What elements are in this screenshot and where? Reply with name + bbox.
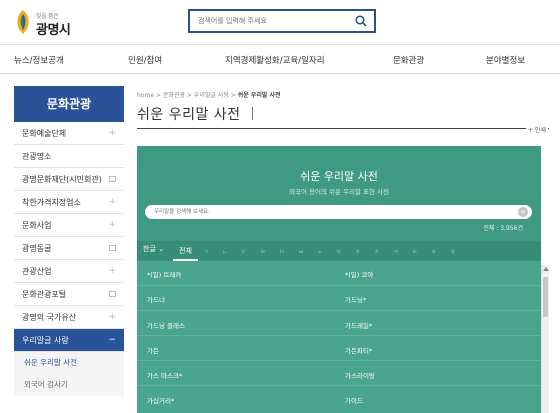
word-item[interactable]: 가드레일* xyxy=(345,320,372,330)
word-list-scrollbar[interactable] xyxy=(541,265,549,413)
dictionary-count: 전체 : 3,956건 xyxy=(483,225,523,232)
gnb-civil[interactable]: 민원/참여 xyxy=(128,54,162,66)
side-item-heritage[interactable]: 광명의 국가유산 + xyxy=(14,306,124,329)
new-window-icon xyxy=(109,176,116,182)
dictionary-header: 쉬운 우리말 사전 외국어 용어의 쉬운 우리말 표현 사전 × 전체 : 3,… xyxy=(137,146,541,241)
site-header: 빛을 품은 광명시 xyxy=(0,0,560,44)
gnb-economy[interactable]: 지역경제활성화/교육/일자리 xyxy=(225,54,325,66)
logo-emblem-icon xyxy=(17,10,29,34)
word-item[interactable]: 가드닝 클래스 xyxy=(147,320,185,330)
logo-title: 광명시 xyxy=(36,23,71,38)
page-title: 쉬운 우리말 사전 xyxy=(137,107,241,123)
tab-all[interactable]: 전체 xyxy=(173,241,198,261)
gnb-news[interactable]: 뉴스/정보공개 xyxy=(14,54,64,66)
side-item-portal[interactable]: 문화관광포털 xyxy=(14,283,124,306)
word-item[interactable]: 가드닝* xyxy=(345,294,366,304)
breadcrumb-level1[interactable]: 문화관광 xyxy=(163,92,185,99)
word-item[interactable]: 가스 마스크* xyxy=(147,370,182,380)
row-divider xyxy=(137,335,541,336)
plus-icon: + xyxy=(108,220,116,230)
breadcrumb: home > 문화관광 > 우리말글 사랑 > 쉬운 우리말 사전 xyxy=(137,92,281,99)
side-item-arts[interactable]: 문화예술단체 + xyxy=(14,122,124,145)
side-item-cave[interactable]: 광명동굴 xyxy=(14,237,124,260)
tab-consonant[interactable]: ㅋ xyxy=(393,247,412,256)
breadcrumb-level2[interactable]: 우리말글 사랑 xyxy=(194,92,229,99)
plus-icon: + xyxy=(108,266,116,276)
tab-consonant[interactable]: ㅊ xyxy=(374,247,393,256)
dictionary-subtitle: 외국어 용어의 쉬운 우리말 표현 사전 xyxy=(288,188,390,196)
dictionary-tabs: 한글 ⌄ 전체 ㄱㄴㄷㄹㅁㅂㅅㅇㅈㅊㅋㅌㅍㅎ xyxy=(137,241,541,261)
minus-icon: − xyxy=(108,335,116,345)
clear-icon[interactable]: × xyxy=(518,207,528,217)
word-item[interactable]: 가든 xyxy=(147,345,159,355)
word-item[interactable]: 가스라이팅 xyxy=(345,370,375,380)
site-logo[interactable]: 빛을 품은 광명시 xyxy=(14,8,84,38)
row-divider xyxy=(137,310,541,311)
plus-icon: + xyxy=(108,197,116,207)
row-divider xyxy=(137,285,541,286)
dictionary-search: × xyxy=(145,205,532,219)
side-subitem-checker[interactable]: 외국어 검사기 xyxy=(14,374,124,396)
consonant-tabs: ㄱㄴㄷㄹㅁㅂㅅㅇㅈㅊㅋㅌㅍㅎ xyxy=(203,247,469,256)
tab-consonant[interactable]: ㅇ xyxy=(336,247,355,256)
tab-consonant[interactable]: ㅌ xyxy=(412,247,431,256)
scroll-up-icon[interactable] xyxy=(543,267,549,271)
word-item[interactable]: 가십거리* xyxy=(147,395,174,405)
side-item-tourism[interactable]: 관광산업 + xyxy=(14,260,124,283)
global-nav: 뉴스/정보공개 민원/참여 지역경제활성화/교육/일자리 문화관광 분야별정보 xyxy=(0,44,560,74)
word-item[interactable]: 가드너 xyxy=(147,294,165,304)
chevron-down-icon: ⌄ xyxy=(158,245,164,253)
title-divider xyxy=(252,107,253,120)
side-item-korean-language[interactable]: 우리말글 사랑 − xyxy=(14,329,124,352)
dictionary-title: 쉬운 우리말 사전 xyxy=(300,170,378,183)
gnb-culture[interactable]: 문화관광 xyxy=(393,54,424,66)
side-nav: 문화관광 문화예술단체 + 관광명소 광명문화재단(시민회관) 착한가격지정업소 +… xyxy=(14,86,124,396)
side-subitem-dictionary[interactable]: 쉬운 우리말 사전 xyxy=(14,352,124,374)
side-item-attractions[interactable]: 관광명소 xyxy=(14,145,124,168)
site-search xyxy=(188,9,376,33)
tab-consonant[interactable]: ㅎ xyxy=(450,247,469,256)
language-select[interactable]: 한글 ⌄ xyxy=(143,244,164,254)
side-item-foundation[interactable]: 광명문화재단(시민회관) xyxy=(14,168,124,191)
breadcrumb-current: 쉬운 우리말 사전 xyxy=(237,92,281,99)
dictionary-search-input[interactable] xyxy=(154,207,494,217)
scroll-thumb[interactable] xyxy=(543,277,548,317)
word-item[interactable]: 가든파티* xyxy=(345,345,372,355)
gnb-field[interactable]: 분야별정보 xyxy=(486,54,525,66)
word-item[interactable]: 가이드 xyxy=(345,395,363,405)
side-item-culture-projects[interactable]: 문화사업 + xyxy=(14,214,124,237)
search-icon[interactable] xyxy=(355,15,367,27)
side-item-good-price[interactable]: 착한가격지정업소 + xyxy=(14,191,124,214)
tab-consonant[interactable]: ㅍ xyxy=(431,247,450,256)
tab-consonant[interactable]: ㄱ xyxy=(203,247,222,256)
tab-consonant[interactable]: ㄹ xyxy=(260,247,279,256)
new-window-icon xyxy=(109,291,116,297)
plus-icon: + xyxy=(108,128,116,138)
plus-icon: + xyxy=(108,312,116,322)
word-item[interactable]: *(일) 코아 xyxy=(345,269,373,279)
tab-consonant[interactable]: ㅂ xyxy=(298,247,317,256)
dictionary-panel: 쉬운 우리말 사전 외국어 용어의 쉬운 우리말 표현 사전 × 전체 : 3,… xyxy=(137,146,541,413)
tab-consonant[interactable]: ㅁ xyxy=(279,247,298,256)
tab-consonant[interactable]: ㄷ xyxy=(241,247,260,256)
row-divider xyxy=(137,385,541,386)
tab-consonant[interactable]: ㅅ xyxy=(317,247,336,256)
tab-consonant[interactable]: ㅈ xyxy=(355,247,374,256)
breadcrumb-home[interactable]: home xyxy=(137,92,154,99)
row-divider xyxy=(137,360,541,361)
site-search-input[interactable] xyxy=(198,14,348,28)
side-nav-title: 문화관광 xyxy=(14,86,124,122)
word-item[interactable]: *(일) 트레카 xyxy=(147,269,181,279)
new-window-icon xyxy=(109,245,116,251)
tab-consonant[interactable]: ㄴ xyxy=(222,247,241,256)
title-underline xyxy=(137,128,549,129)
print-button[interactable]: + 인쇄 xyxy=(526,125,548,134)
